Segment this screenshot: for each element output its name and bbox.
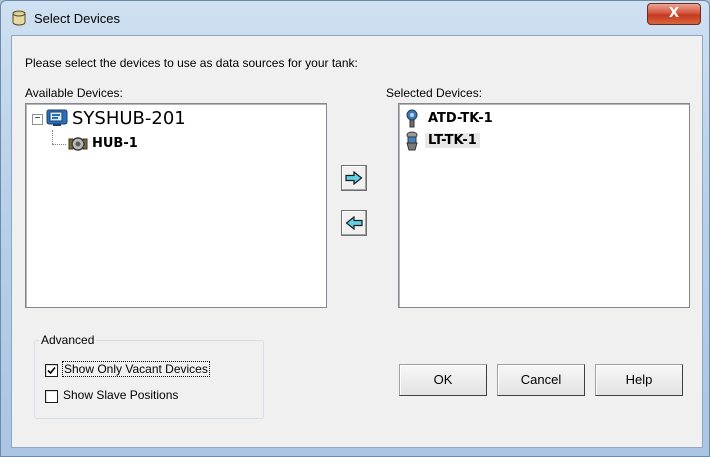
hub-device-icon xyxy=(68,135,88,153)
dialog-body: Please select the devices to use as data… xyxy=(11,35,703,448)
list-item-label: ATD-TK-1 xyxy=(428,111,493,126)
tree-connector xyxy=(52,130,53,144)
tree-node-label: SYSHUB-201 xyxy=(72,108,186,129)
tree-node-hub-1[interactable]: HUB-1 xyxy=(92,136,138,151)
available-devices-tree[interactable]: − SYSHUB-201 HUB-1 xyxy=(25,103,327,308)
add-device-button[interactable] xyxy=(341,165,367,191)
database-icon xyxy=(11,10,27,26)
remove-device-button[interactable] xyxy=(341,210,367,236)
list-item-label: LT-TK-1 xyxy=(425,133,480,148)
select-devices-dialog: Select Devices X Please select the devic… xyxy=(0,0,710,457)
temperature-sensor-icon xyxy=(403,109,421,129)
collapse-icon[interactable]: − xyxy=(32,114,43,125)
checkbox-checked[interactable] xyxy=(45,364,58,377)
cancel-button[interactable]: Cancel xyxy=(497,364,585,396)
advanced-group: Advanced Show Only Vacant Devices Show S… xyxy=(34,333,264,419)
instruction-text: Please select the devices to use as data… xyxy=(25,56,358,70)
help-button[interactable]: Help xyxy=(595,364,683,396)
ok-button[interactable]: OK xyxy=(399,364,487,396)
checkbox-label: Show Only Vacant Devices xyxy=(62,361,210,377)
available-devices-label: Available Devices: xyxy=(25,86,123,100)
level-transmitter-icon xyxy=(403,131,421,151)
close-icon: X xyxy=(668,6,680,21)
window-title: Select Devices xyxy=(34,11,120,26)
title-bar[interactable]: Select Devices X xyxy=(1,1,709,35)
close-button[interactable]: X xyxy=(647,3,701,25)
checkbox-unchecked[interactable] xyxy=(45,390,58,403)
system-hub-icon xyxy=(46,109,68,127)
tree-connector xyxy=(52,144,66,145)
selected-devices-label: Selected Devices: xyxy=(386,86,483,100)
advanced-group-title: Advanced xyxy=(39,333,97,347)
checkbox-label: Show Slave Positions xyxy=(63,388,179,402)
selected-devices-list[interactable]: ATD-TK-1 LT-TK-1 xyxy=(398,103,690,308)
